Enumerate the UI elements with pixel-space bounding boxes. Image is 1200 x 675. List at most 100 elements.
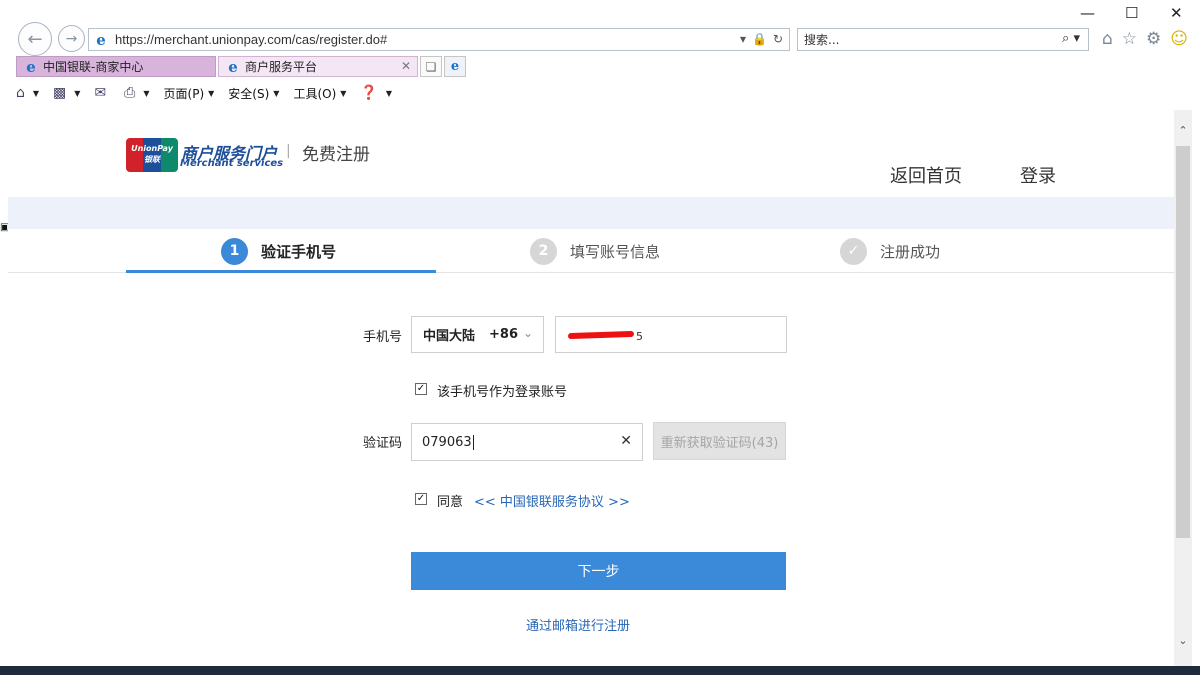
address-bar[interactable]: e https://merchant.unionpay.com/cas/regi… <box>88 28 790 51</box>
email-register-link[interactable]: 通过邮箱进行注册 <box>526 615 630 634</box>
ie-icon: e <box>26 57 36 76</box>
chevron-down-icon: ▼ <box>143 88 150 98</box>
agree-checkbox[interactable]: ✓ <box>415 493 427 505</box>
page-content: UnionPay 银联 商户服务门户 Merchant services | 免… <box>8 110 1174 666</box>
edge-icon: e <box>450 59 460 74</box>
dropdown-icon[interactable]: ▾ <box>740 32 746 46</box>
page-menu[interactable]: 页面(P) ▼ <box>164 85 215 102</box>
agreement-link[interactable]: << 中国银联服务协议 >> <box>474 491 630 510</box>
safety-menu[interactable]: 安全(S) ▼ <box>228 85 279 102</box>
arrow-right-icon: → <box>65 30 78 47</box>
step-label: 填写账号信息 <box>570 242 661 261</box>
resend-code-button[interactable]: 重新获取验证码(43) <box>653 422 786 460</box>
rss-icon: ▩ <box>53 85 67 101</box>
phone-label: 手机号 <box>363 330 403 345</box>
home-command[interactable]: ⌂ ▼ <box>16 85 39 101</box>
edge-button[interactable]: e <box>444 56 466 77</box>
tab-close-icon[interactable]: ✕ <box>401 59 411 73</box>
home-icon: ⌂ <box>16 85 25 101</box>
page-menu-label: 页面(P) <box>163 86 205 101</box>
close-icon[interactable]: ✕ <box>1170 4 1183 22</box>
navigation-bar: ← → e https://merchant.unionpay.com/cas/… <box>8 0 1200 56</box>
star-icon[interactable]: ☆ <box>1122 29 1137 49</box>
scroll-up-icon[interactable]: ⌃ <box>1174 124 1192 142</box>
lock-icon[interactable]: 🔒 <box>752 32 767 46</box>
step-label: 注册成功 <box>880 242 941 261</box>
chevron-down-icon: ▼ <box>273 88 280 98</box>
redaction-mark <box>567 330 635 340</box>
ie-icon: e <box>228 57 238 76</box>
search-input[interactable]: 搜索... ⌕ ▾ <box>797 28 1089 51</box>
step-number: 1 <box>221 237 248 265</box>
header-band <box>8 197 1174 229</box>
unionpay-logo: UnionPay 银联 <box>126 138 178 172</box>
code-label: 验证码 <box>363 436 403 451</box>
search-icon[interactable]: ⌕ ▾ <box>1062 31 1080 46</box>
step-account-info: 2 填写账号信息 <box>530 229 660 273</box>
desktop-background <box>0 666 1200 675</box>
phone-value-tail: 5 <box>636 330 643 343</box>
clear-icon[interactable]: ✕ <box>620 433 632 449</box>
check-icon: ✓ <box>840 237 867 265</box>
chevron-down-icon: ▼ <box>385 88 392 98</box>
new-tab-button[interactable]: ❏ <box>420 56 442 77</box>
chevron-down-icon: ▼ <box>208 88 215 98</box>
home-icon[interactable]: ⌂ <box>1102 29 1113 49</box>
print-command[interactable]: ⎙ ▼ <box>124 85 149 101</box>
new-tab-icon: ❏ <box>425 59 437 74</box>
chevron-down-icon: ⌄ <box>522 326 533 340</box>
mail-icon: ✉ <box>94 85 107 101</box>
scroll-thumb[interactable] <box>1176 146 1190 538</box>
tools-menu[interactable]: 工具(O) ▼ <box>293 85 346 102</box>
use-as-login-checkbox[interactable]: ✓ <box>415 383 427 395</box>
right-frame <box>1192 110 1200 675</box>
maximize-icon[interactable]: ☐ <box>1125 4 1138 22</box>
printer-icon: ⎙ <box>124 85 136 101</box>
country-code-select[interactable]: 中国大陆 +86 ⌄ <box>411 316 544 353</box>
minimize-icon[interactable]: — <box>1080 4 1095 22</box>
browser-chrome: ← → e https://merchant.unionpay.com/cas/… <box>0 0 1200 110</box>
page-title: 免费注册 <box>302 145 370 165</box>
help-icon: ❓ <box>360 85 378 101</box>
next-step-button[interactable]: 下一步 <box>411 552 786 590</box>
mail-command[interactable]: ✉ <box>94 85 110 101</box>
safety-menu-label: 安全(S) <box>228 86 270 101</box>
forward-button[interactable]: → <box>58 25 85 52</box>
chevron-down-icon: ▼ <box>74 88 81 98</box>
tab-unionpay-merchant[interactable]: e 中国银联-商家中心 <box>16 56 216 77</box>
brand-separator: | <box>286 143 291 159</box>
gear-icon[interactable]: ⚙ <box>1146 29 1161 49</box>
text-cursor <box>472 434 474 450</box>
code-value: 079063 <box>422 434 472 450</box>
verification-code-input[interactable]: 079063 ✕ <box>411 423 643 461</box>
phone-input[interactable]: 5 <box>555 316 787 353</box>
tab-merchant-platform[interactable]: e 商户服务平台 ✕ <box>218 56 418 77</box>
chevron-down-icon: ▼ <box>340 88 347 98</box>
help-menu[interactable]: ❓ ▼ <box>360 85 392 101</box>
chevron-down-icon: ▼ <box>32 88 40 98</box>
smiley-icon[interactable]: ☺ <box>1170 29 1188 49</box>
tab-label: 中国银联-商家中心 <box>43 60 144 74</box>
login-link[interactable]: 登录 <box>1020 162 1056 188</box>
tab-label: 商户服务平台 <box>245 60 318 74</box>
tab-strip: e 中国银联-商家中心 e 商户服务平台 ✕ ❏ e <box>16 56 1200 78</box>
agree-label: 同意 <box>437 495 464 510</box>
feeds-command[interactable]: ▩ ▼ <box>53 85 80 101</box>
country-name: 中国大陆 <box>423 329 476 344</box>
ie-icon: e <box>96 30 106 49</box>
step-success: ✓ 注册成功 <box>840 229 940 273</box>
home-link[interactable]: 返回首页 <box>890 162 962 188</box>
brand-subtitle: Merchant services <box>180 158 284 169</box>
step-indicator: 1 验证手机号 2 填写账号信息 ✓ 注册成功 <box>8 229 1174 273</box>
use-as-login-label: 该手机号作为登录账号 <box>437 385 568 400</box>
refresh-icon[interactable]: ↻ <box>773 32 783 46</box>
back-button[interactable]: ← <box>18 22 52 56</box>
command-bar: ⌂ ▼ ▩ ▼ ✉ ⎙ ▼ 页面(P) ▼ 安全(S) ▼ 工具(O) ▼ ❓ ▼ <box>16 80 1200 106</box>
left-frame: ▣ <box>0 110 9 666</box>
step-number: 2 <box>530 237 557 265</box>
vertical-scrollbar[interactable]: ⌃ ⌄ <box>1174 110 1192 666</box>
scroll-down-icon[interactable]: ⌄ <box>1174 634 1192 652</box>
country-code: +86 <box>489 327 518 342</box>
tools-menu-label: 工具(O) <box>293 86 337 101</box>
arrow-left-icon: ← <box>27 28 43 50</box>
